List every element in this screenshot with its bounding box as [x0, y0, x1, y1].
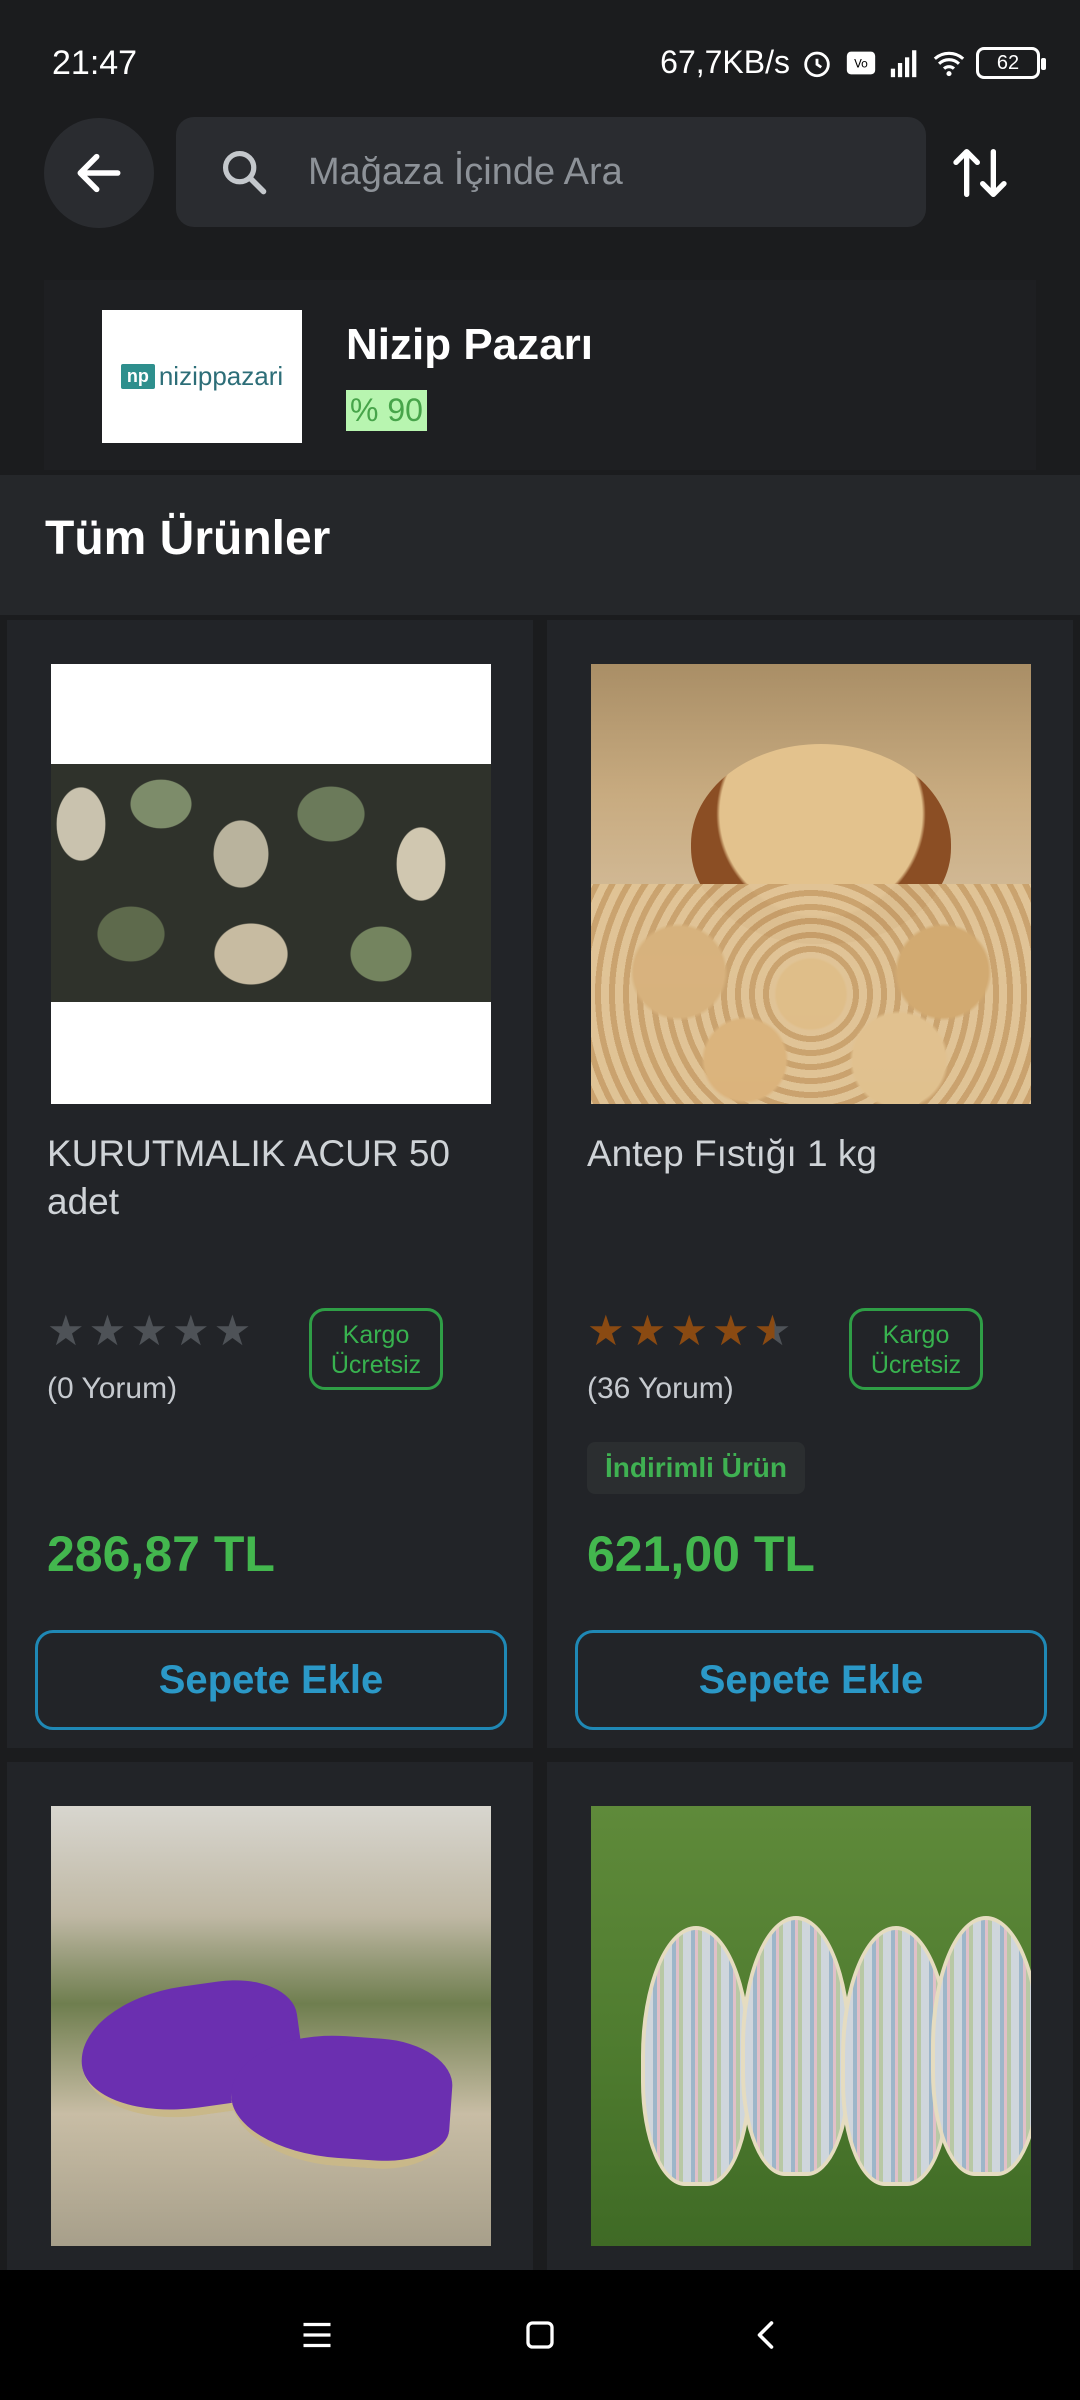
product-card[interactable]	[7, 1762, 533, 2282]
store-rating-badge: % 90	[346, 390, 427, 431]
svg-text:Vo: Vo	[854, 56, 868, 70]
product-price: 286,87 TL	[47, 1526, 275, 1582]
star-icon: ★	[670, 1307, 708, 1354]
battery-icon: 62	[976, 46, 1046, 79]
store-logo: np nizippazari	[102, 310, 302, 443]
add-to-cart-button[interactable]: Sepete Ekle	[575, 1630, 1047, 1730]
search-bar[interactable]	[176, 117, 926, 227]
product-name[interactable]: Antep Fıstığı 1 kg	[587, 1130, 1047, 1178]
system-back-button[interactable]	[737, 2305, 797, 2365]
product-card[interactable]	[547, 1762, 1073, 2282]
back-button[interactable]	[44, 118, 154, 228]
product-card[interactable]: KURUTMALIK ACUR 50 adet ★ ★ ★ ★ ★ (0 Yor…	[7, 620, 533, 1748]
menu-icon	[303, 2322, 331, 2348]
star-icon: ★	[171, 1307, 210, 1354]
store-header: np nizippazari Nizip Pazarı % 90	[44, 280, 1036, 470]
free-shipping-badge: Kargo Ücretsiz	[849, 1308, 983, 1390]
search-icon	[222, 150, 267, 195]
status-bar: 21:47 67,7KB/s Vo 62	[0, 0, 1080, 120]
section-header: Tüm Ürünler	[0, 475, 1080, 615]
review-count: (0 Yorum)	[47, 1372, 178, 1405]
half-star-icon: ★	[753, 1307, 792, 1354]
product-image[interactable]	[591, 1806, 1031, 2246]
wifi-icon	[933, 51, 965, 76]
logo-mark: np	[120, 364, 155, 389]
star-icon: ★	[628, 1307, 667, 1354]
home-button[interactable]	[510, 2305, 570, 2365]
sort-button[interactable]	[940, 128, 1020, 218]
review-count: (36 Yorum)	[587, 1372, 734, 1405]
product-image[interactable]	[51, 1806, 491, 2246]
star-icon: ★	[47, 1307, 85, 1354]
chevron-left-icon	[757, 2321, 774, 2349]
store-name: Nizip Pazarı	[346, 320, 593, 369]
network-speed: 67,7KB/s	[660, 44, 790, 80]
product-image[interactable]	[591, 664, 1031, 1104]
star-icon: ★	[711, 1307, 750, 1354]
system-nav-bar	[0, 2270, 1080, 2400]
product-image[interactable]	[51, 664, 491, 1104]
product-price: 621,00 TL	[587, 1526, 815, 1582]
signal-icon	[890, 49, 917, 77]
logo-text: nizippazari	[158, 361, 284, 391]
free-shipping-badge: Kargo Ücretsiz	[309, 1308, 443, 1390]
home-square-icon	[526, 2321, 554, 2349]
status-icons: 67,7KB/s Vo 62	[660, 44, 1046, 81]
sort-arrows-icon	[953, 149, 1007, 197]
status-time: 21:47	[52, 44, 138, 82]
search-input[interactable]	[306, 149, 866, 195]
section-title: Tüm Ürünler	[45, 512, 331, 565]
discount-badge: İndirimli Ürün	[587, 1442, 805, 1494]
rating-stars: ★ ★ ★ ★ ★	[587, 1310, 791, 1352]
volte-icon: Vo	[846, 51, 876, 74]
product-name[interactable]: KURUTMALIK ACUR 50 adet	[47, 1130, 507, 1226]
add-to-cart-button[interactable]: Sepete Ekle	[35, 1630, 507, 1730]
star-icon: ★	[213, 1307, 252, 1354]
arrow-left-icon	[77, 153, 121, 193]
rating-stars: ★ ★ ★ ★ ★	[47, 1310, 251, 1352]
star-icon: ★	[130, 1307, 168, 1354]
product-card[interactable]: Antep Fıstığı 1 kg ★ ★ ★ ★ ★ (36 Yorum) …	[547, 620, 1073, 1748]
alarm-icon	[804, 51, 830, 77]
star-icon: ★	[88, 1307, 127, 1354]
star-icon: ★	[587, 1307, 625, 1354]
recents-button[interactable]	[287, 2305, 347, 2365]
